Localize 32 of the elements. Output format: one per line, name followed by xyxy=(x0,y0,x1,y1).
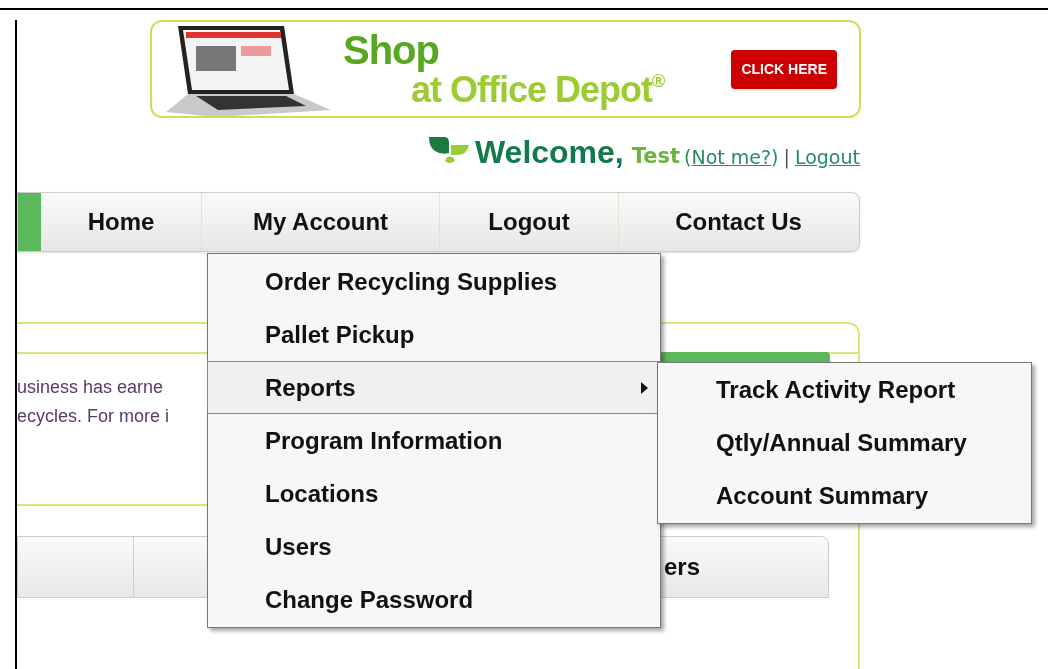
menu-item[interactable]: Pallet Pickup xyxy=(208,308,660,361)
menu-item[interactable]: Order Recycling Supplies xyxy=(208,255,660,308)
banner[interactable]: Shop at Office Depot® CLICK HERE xyxy=(150,20,861,118)
panel-text-line: usiness has earne xyxy=(17,376,164,399)
menu-item[interactable]: Locations xyxy=(208,467,660,520)
panel-text-line: ecycles. For more i xyxy=(17,405,170,428)
banner-subline: at Office Depot xyxy=(411,72,653,108)
click-here-button[interactable]: CLICK HERE xyxy=(731,49,837,89)
nav-item[interactable]: Logout xyxy=(439,193,618,251)
nav-item[interactable]: Home xyxy=(41,193,201,251)
user-name: Test xyxy=(631,146,681,167)
tab-label[interactable]: ers xyxy=(664,549,701,585)
submenu-arrow-icon xyxy=(641,381,648,394)
submenu-item[interactable]: Track Activity Report xyxy=(658,363,1031,417)
nav-item[interactable]: Contact Us xyxy=(618,193,858,251)
registered-mark: ® xyxy=(652,72,666,90)
close-parenthesis: ) xyxy=(771,148,779,167)
menu-item[interactable]: Users xyxy=(208,520,660,573)
menu-item[interactable]: Reports xyxy=(207,361,661,414)
logout-link[interactable]: Logout xyxy=(794,148,860,167)
welcome-text: Welcome, xyxy=(474,136,624,168)
submenu-item[interactable]: Qtly/Annual Summary xyxy=(658,416,1031,470)
menu-item[interactable]: Program Information xyxy=(208,414,660,467)
leaf-logo-icon xyxy=(426,135,471,165)
menu-item[interactable]: Change Password xyxy=(208,573,660,626)
submenu-item[interactable]: Account Summary xyxy=(658,469,1031,523)
nav-accent xyxy=(18,193,41,251)
separator: | xyxy=(783,148,790,167)
open-parenthesis: ( xyxy=(684,148,692,167)
nav-item[interactable]: My Account xyxy=(201,193,439,251)
not-me-link[interactable]: Not me? xyxy=(691,148,772,167)
banner-headline: Shop xyxy=(343,30,440,70)
